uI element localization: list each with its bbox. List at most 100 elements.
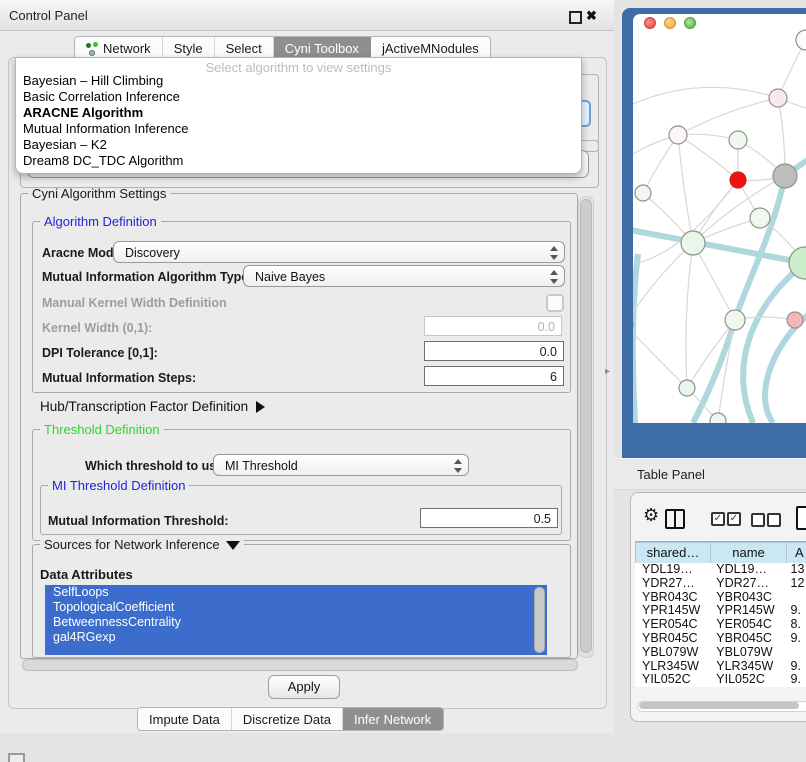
network-node[interactable] xyxy=(773,164,797,188)
manual-kernel-checkbox[interactable] xyxy=(546,294,564,312)
tab-jactivemnodules[interactable]: jActiveMNodules xyxy=(371,37,490,59)
network-edge[interactable] xyxy=(686,243,693,388)
table-cell[interactable]: YER054C xyxy=(709,618,783,632)
network-edge-thick[interactable] xyxy=(743,263,805,423)
network-edge[interactable] xyxy=(678,135,693,243)
network-node[interactable] xyxy=(769,89,787,107)
network-edge[interactable] xyxy=(633,87,778,104)
network-node[interactable] xyxy=(725,310,745,330)
float-panel-icon[interactable] xyxy=(569,11,582,24)
table-cell[interactable]: YIL052C xyxy=(709,673,783,687)
network-node[interactable] xyxy=(750,208,770,228)
table-cell[interactable]: YLR345W xyxy=(635,660,709,674)
network-graph[interactable] xyxy=(633,14,806,423)
tab-network[interactable]: Network xyxy=(75,37,163,59)
attribute-item[interactable]: SelfLoops xyxy=(45,585,547,600)
network-node[interactable] xyxy=(729,131,747,149)
network-edge[interactable] xyxy=(633,243,693,325)
table-cell[interactable]: 9. xyxy=(784,660,806,674)
network-canvas[interactable] xyxy=(633,14,806,423)
splitpane-handle-icon[interactable]: ▸ xyxy=(605,366,610,377)
dpi-tolerance-field[interactable]: 0.0 xyxy=(424,341,564,361)
table-row[interactable]: YBL079WYBL079W xyxy=(635,646,806,660)
close-icon[interactable]: ✖ xyxy=(586,8,597,24)
tab-infer-network[interactable]: Infer Network xyxy=(343,708,443,730)
network-node[interactable] xyxy=(669,126,687,144)
settings-vertical-scrollbar[interactable] xyxy=(578,196,594,658)
table-cell[interactable]: 9. xyxy=(784,632,806,646)
deselect-all-checkbox-icon[interactable] xyxy=(751,513,765,527)
table-row[interactable]: YPR145WYPR145W9. xyxy=(635,604,806,618)
menu-item[interactable]: Mutual Information Inference xyxy=(16,121,581,137)
column-header-shared-name[interactable]: shared… xyxy=(635,542,711,564)
mi-threshold-field[interactable]: 0.5 xyxy=(420,508,558,528)
aracne-mode-combobox[interactable]: Discovery xyxy=(113,241,565,263)
network-node[interactable] xyxy=(796,30,806,50)
menu-item[interactable]: Bayesian – K2 xyxy=(16,137,581,153)
network-edge[interactable] xyxy=(693,243,735,320)
gear-icon[interactable]: ⚙ xyxy=(643,505,659,526)
collapsed-panel-icon[interactable] xyxy=(8,753,25,762)
which-threshold-combobox[interactable]: MI Threshold xyxy=(213,454,469,476)
mi-algorithm-type-combobox[interactable]: Naive Bayes xyxy=(243,265,565,287)
table-cell[interactable]: YDR27… xyxy=(709,577,783,591)
network-edge[interactable] xyxy=(633,325,687,388)
table-cell[interactable]: YDR27… xyxy=(635,577,709,591)
table-horizontal-scrollbar[interactable] xyxy=(637,701,806,712)
menu-item[interactable]: Dream8 DC_TDC Algorithm xyxy=(16,153,581,169)
table-cell[interactable]: YDL19… xyxy=(635,563,709,577)
select-all-checkbox-icon2[interactable]: ✓ xyxy=(727,512,741,526)
deselect-all-checkbox-icon2[interactable] xyxy=(767,513,781,527)
network-edge[interactable] xyxy=(678,98,778,135)
table-row[interactable]: YBR043CYBR043C xyxy=(635,591,806,605)
menu-item[interactable]: Basic Correlation Inference xyxy=(16,89,581,105)
network-edge-thick[interactable] xyxy=(765,314,806,423)
export-table-icon[interactable] xyxy=(796,506,806,530)
tab-style[interactable]: Style xyxy=(163,37,215,59)
table-cell[interactable]: 13 xyxy=(784,563,806,577)
tab-discretize-data[interactable]: Discretize Data xyxy=(232,708,343,730)
table-cell[interactable]: YBL079W xyxy=(709,646,783,660)
table-cell[interactable]: YBR043C xyxy=(635,591,709,605)
attribute-item[interactable]: TopologicalCoefficient xyxy=(45,600,547,615)
network-edge[interactable] xyxy=(643,135,678,193)
attribute-item[interactable]: gal4RGexp xyxy=(45,630,547,645)
tab-cyni-toolbox[interactable]: Cyni Toolbox xyxy=(274,37,371,59)
table-cell[interactable]: YER054C xyxy=(635,618,709,632)
network-edge-thick[interactable] xyxy=(633,254,638,423)
split-view-icon[interactable] xyxy=(665,509,685,529)
table-cell[interactable]: YBR043C xyxy=(709,591,783,605)
settings-horizontal-scrollbar[interactable] xyxy=(22,659,578,671)
table-cell[interactable] xyxy=(784,591,806,605)
table-cell[interactable]: YDL19… xyxy=(709,563,783,577)
network-edge[interactable] xyxy=(718,320,735,421)
tab-select[interactable]: Select xyxy=(215,37,274,59)
table-cell[interactable]: YLR345W xyxy=(709,660,783,674)
table-cell[interactable]: 9. xyxy=(784,604,806,618)
apply-button[interactable]: Apply xyxy=(268,675,340,699)
network-node[interactable] xyxy=(730,172,746,188)
network-node[interactable] xyxy=(710,413,726,423)
table-cell[interactable]: YIL052C xyxy=(635,673,709,687)
mi-steps-field[interactable]: 6 xyxy=(424,366,564,386)
table-cell[interactable] xyxy=(784,646,806,660)
table-cell[interactable]: 9. xyxy=(784,673,806,687)
table-row[interactable]: YBR045CYBR045C9. xyxy=(635,632,806,646)
table-cell[interactable]: YPR145W xyxy=(709,604,783,618)
tab-impute-data[interactable]: Impute Data xyxy=(138,708,232,730)
collapse-arrow-icon[interactable] xyxy=(226,541,240,550)
table-cell[interactable]: YBR045C xyxy=(635,632,709,646)
table-row[interactable]: YDL19…YDL19…13 xyxy=(635,563,806,577)
network-node[interactable] xyxy=(679,380,695,396)
table-cell[interactable]: YPR145W xyxy=(635,604,709,618)
column-header-partial[interactable]: A xyxy=(787,542,806,564)
column-header-name[interactable]: name xyxy=(711,542,787,564)
data-attributes-list[interactable]: SelfLoopsTopologicalCoefficientBetweenne… xyxy=(45,585,547,655)
hub-definition-toggle[interactable]: Hub/Transcription Factor Definition xyxy=(40,399,265,414)
attribute-item[interactable]: BetweennessCentrality xyxy=(45,615,547,630)
network-node[interactable] xyxy=(787,312,803,328)
menu-item[interactable]: Bayesian – Hill Climbing xyxy=(16,73,581,89)
table-cell[interactable]: 12 xyxy=(784,577,806,591)
table-row[interactable]: YIL052CYIL052C9. xyxy=(635,673,806,687)
network-node[interactable] xyxy=(681,231,705,255)
